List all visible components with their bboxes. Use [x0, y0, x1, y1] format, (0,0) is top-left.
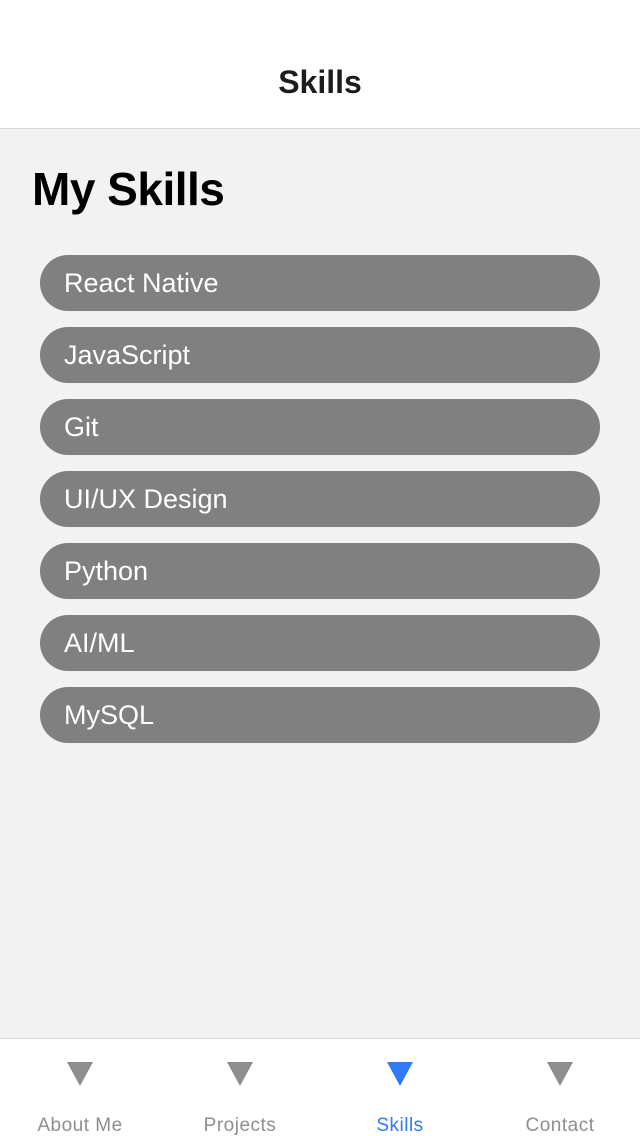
- tab-label: About Me: [37, 1115, 123, 1136]
- skill-item[interactable]: UI/UX Design: [40, 471, 600, 527]
- tab-skills[interactable]: Skills: [320, 1039, 480, 1136]
- skill-item[interactable]: MySQL: [40, 687, 600, 743]
- header-title: Skills: [278, 64, 362, 100]
- skills-list: React Native JavaScript Git UI/UX Design…: [40, 255, 600, 759]
- skill-item[interactable]: JavaScript: [40, 327, 600, 383]
- tab-projects[interactable]: Projects: [160, 1039, 320, 1136]
- skills-content: My Skills React Native JavaScript Git UI…: [0, 129, 640, 1038]
- skill-item[interactable]: AI/ML: [40, 615, 600, 671]
- app-screen: Skills My Skills React Native JavaScript…: [0, 0, 640, 1136]
- tab-bar: About Me Projects Skills Contact: [0, 1038, 640, 1136]
- tab-about-me[interactable]: About Me: [0, 1039, 160, 1136]
- triangle-down-icon: [67, 1062, 93, 1086]
- skill-item[interactable]: React Native: [40, 255, 600, 311]
- tab-label: Skills: [376, 1115, 424, 1136]
- skill-item[interactable]: Python: [40, 543, 600, 599]
- triangle-down-icon: [227, 1062, 253, 1086]
- tab-contact[interactable]: Contact: [480, 1039, 640, 1136]
- tab-label: Contact: [525, 1115, 595, 1136]
- skill-item[interactable]: Git: [40, 399, 600, 455]
- nav-header: Skills: [0, 0, 640, 129]
- triangle-down-icon: [387, 1062, 413, 1086]
- page-title: My Skills: [32, 163, 225, 215]
- triangle-down-icon: [547, 1062, 573, 1086]
- tab-label: Projects: [203, 1115, 277, 1136]
